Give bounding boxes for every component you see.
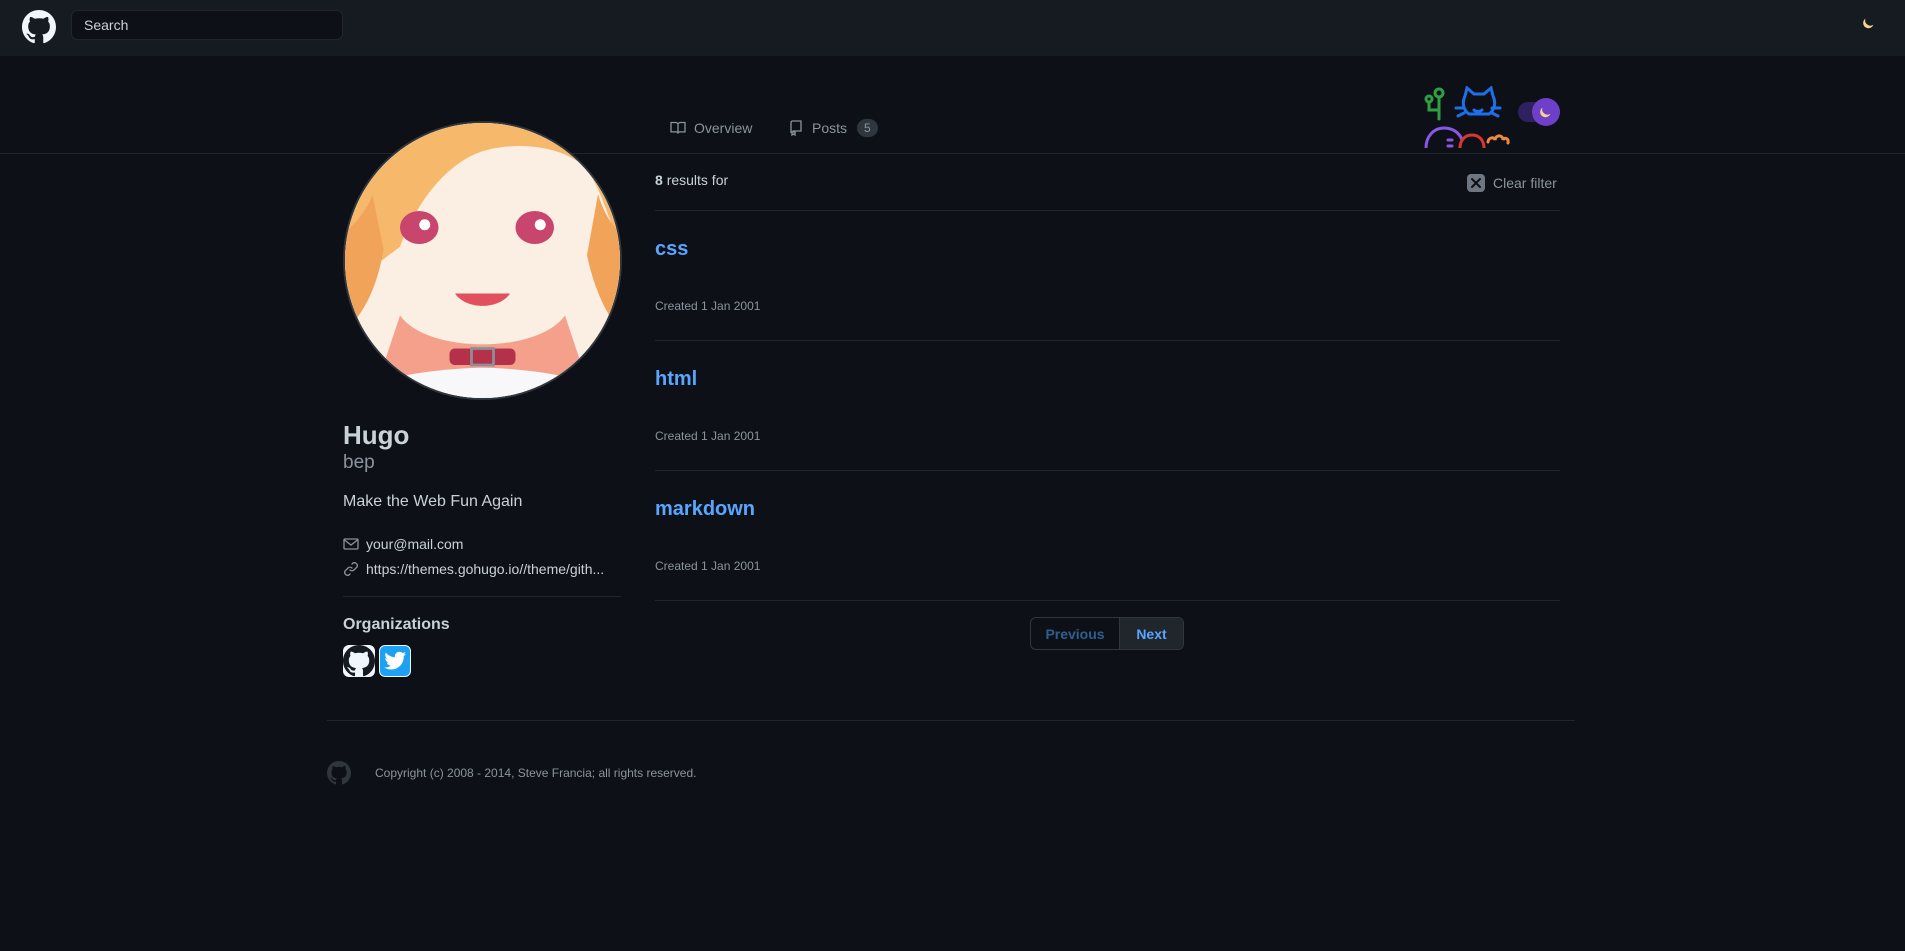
website-text: https://themes.gohugo.io//theme/gith... <box>366 561 605 577</box>
avatar-image-icon <box>345 123 620 398</box>
post-date: Created 1 Jan 2001 <box>655 299 761 313</box>
toggle-knob <box>1532 98 1560 126</box>
search-placeholder: Search <box>84 17 129 33</box>
post-date: Created 1 Jan 2001 <box>655 429 761 443</box>
results-label: results for <box>666 172 729 188</box>
profile-bio: Make the Web Fun Again <box>343 493 523 510</box>
results-header: 8 results for <box>655 172 728 188</box>
book-icon <box>670 121 686 134</box>
search-input[interactable]: Search <box>71 10 343 40</box>
github-footer-icon[interactable] <box>327 761 351 785</box>
repo-icon <box>790 120 802 136</box>
theme-toggle[interactable] <box>1518 98 1562 126</box>
organizations-title: Organizations <box>343 616 450 633</box>
profile-name: Hugo <box>343 420 410 450</box>
twitter-icon <box>384 651 406 670</box>
divider <box>655 470 1560 471</box>
profile-website-link[interactable]: https://themes.gohugo.io//theme/gith... <box>343 561 604 577</box>
top-bar: Search <box>0 0 1905 56</box>
divider <box>655 210 1560 211</box>
clear-filter-label: Clear filter <box>1493 175 1557 191</box>
sidebar-divider <box>343 596 621 597</box>
avatar <box>343 121 622 400</box>
post-date: Created 1 Jan 2001 <box>655 559 761 573</box>
divider <box>655 340 1560 341</box>
post-title-link[interactable]: css <box>655 238 688 261</box>
tab-label: Posts <box>812 120 848 136</box>
email-text: your@mail.com <box>366 536 464 552</box>
org-github[interactable] <box>343 645 375 677</box>
post-title-link[interactable]: markdown <box>655 498 755 521</box>
github-logo-icon[interactable] <box>22 10 56 44</box>
post-title-link[interactable]: html <box>655 368 697 391</box>
moon-icon <box>1540 107 1551 118</box>
tabs-bar <box>0 56 1905 154</box>
next-button[interactable]: Next <box>1120 618 1183 649</box>
footer-divider <box>327 720 1575 721</box>
org-twitter[interactable] <box>379 645 411 677</box>
posts-count-badge: 5 <box>857 119 878 137</box>
octocat-illustration-icon <box>1424 86 1510 148</box>
tab-posts[interactable]: Posts 5 <box>788 115 878 141</box>
results-count: 8 <box>655 172 663 188</box>
tab-label: Overview <box>694 120 753 136</box>
footer-copyright: Copyright (c) 2008 - 2014, Steve Francia… <box>375 766 697 780</box>
close-icon <box>1467 174 1485 192</box>
clear-filter-button[interactable]: Clear filter <box>1467 174 1557 192</box>
tab-overview[interactable]: Overview <box>670 115 752 141</box>
link-icon <box>344 562 358 576</box>
previous-button[interactable]: Previous <box>1031 618 1120 649</box>
pagination: Previous Next <box>1030 617 1184 650</box>
profile-login: bep <box>343 452 375 473</box>
profile-email[interactable]: your@mail.com <box>343 536 463 552</box>
github-icon <box>343 645 375 677</box>
divider <box>655 600 1560 601</box>
moon-icon[interactable] <box>1862 16 1876 30</box>
mail-icon <box>343 538 359 550</box>
